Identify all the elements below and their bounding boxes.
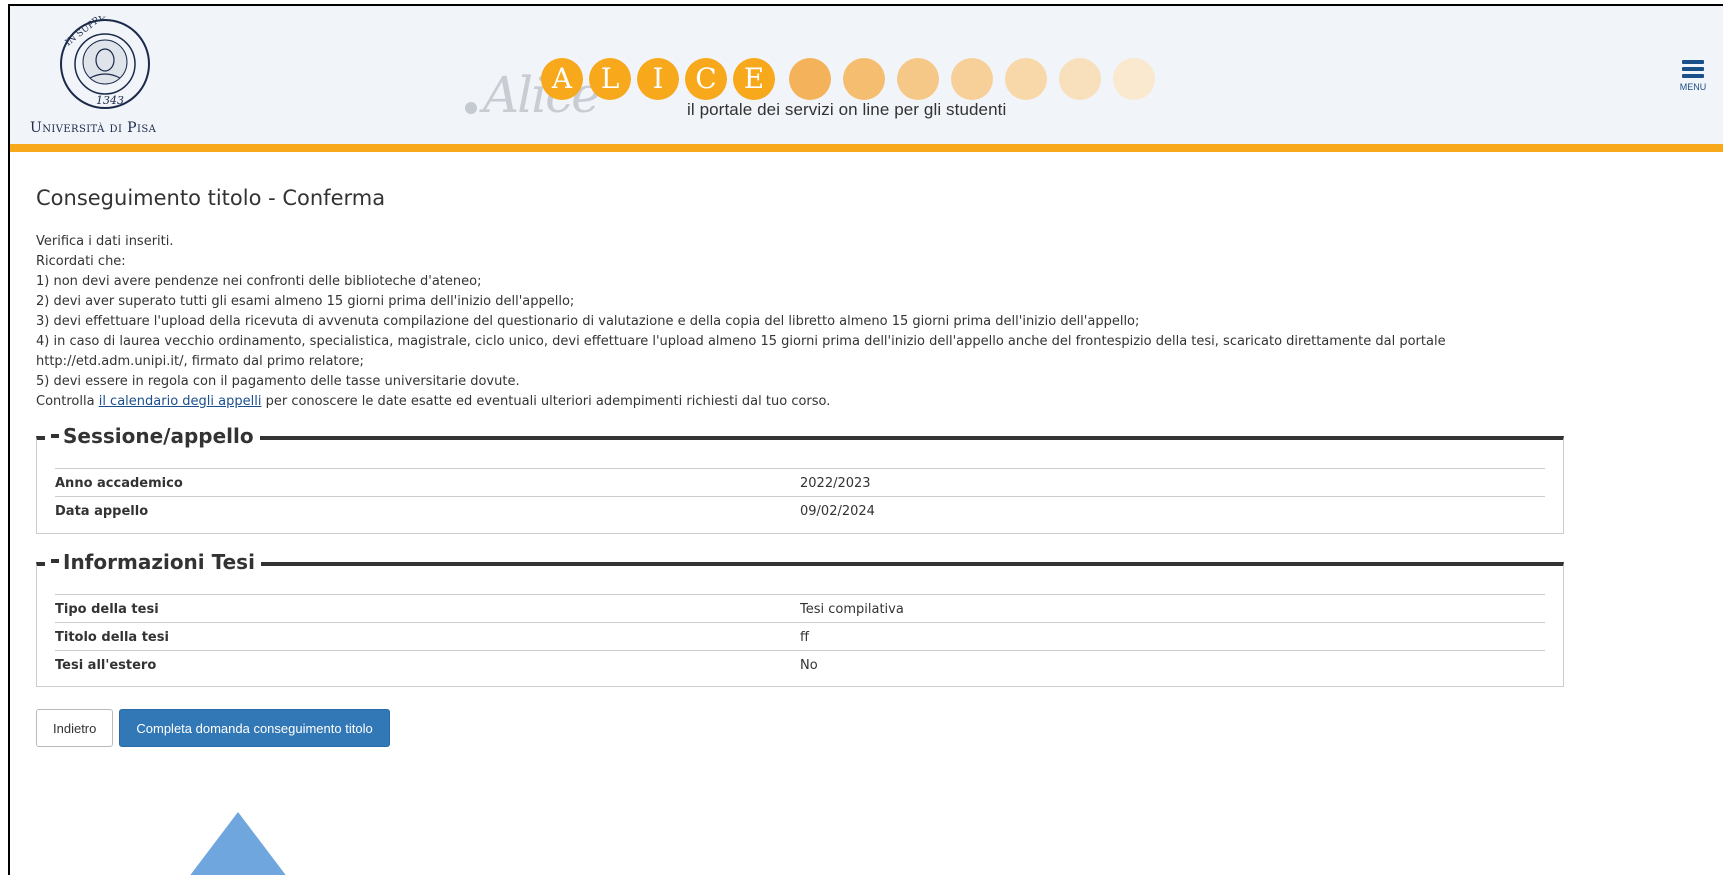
table-row: Titolo della tesi ff <box>55 622 1545 650</box>
intro-line: 2) devi aver superato tutti gli esami al… <box>36 294 575 309</box>
intro-line: Ricordati che: <box>36 254 126 269</box>
intro-line: 1) non devi avere pendenze nei confronti… <box>36 274 482 289</box>
row-label: Data appello <box>55 504 149 520</box>
row-label: Tipo della tesi <box>55 601 159 617</box>
row-value: Tesi compilativa <box>800 601 904 617</box>
row-label: Tesi all'estero <box>55 657 157 673</box>
row-label: Titolo della tesi <box>55 629 169 645</box>
main-content: Conseguimento titolo - Conferma Verifica… <box>36 186 1716 747</box>
alice-banner: Alice A L I C E il portale dei servizi o… <box>465 44 1245 154</box>
hamburger-icon-bar <box>1682 67 1704 71</box>
intro-line: 3) devi effettuare l'upload della ricevu… <box>36 314 1140 329</box>
complete-request-button[interactable]: Completa domanda conseguimento titolo <box>119 709 390 747</box>
face-photo-2 <box>843 58 885 100</box>
letter-circle-e: E <box>733 58 775 100</box>
university-logo[interactable]: IN SUPREMÆ DIGNITATIS 1343 Università di… <box>30 16 180 144</box>
page-frame: IN SUPREMÆ DIGNITATIS 1343 Università di… <box>8 4 1723 875</box>
banner-dot <box>465 102 477 114</box>
sessione-appello-section: Sessione/appello Anno accademico 2022/20… <box>36 424 1564 534</box>
menu-label: MENU <box>1679 82 1707 92</box>
face-photo-5 <box>1059 58 1101 100</box>
row-value: No <box>800 657 818 673</box>
hamburger-icon-bar <box>1682 74 1704 78</box>
face-photo-6 <box>1113 58 1155 100</box>
informazioni-tesi-section: Informazioni Tesi Tipo della tesi Tesi c… <box>36 549 1564 687</box>
university-name: Università di Pisa <box>30 120 157 136</box>
intro-text: Verifica i dati inseriti. Ricordati che:… <box>36 232 1716 412</box>
calendar-prefix: Controlla <box>36 394 99 409</box>
face-photo-3 <box>897 58 939 100</box>
table-row: Anno accademico 2022/2023 <box>55 468 1545 497</box>
table-row: Tipo della tesi Tesi compilativa <box>55 594 1545 622</box>
calendar-line: Controlla il calendario degli appelli pe… <box>36 392 1716 412</box>
row-label: Anno accademico <box>55 476 183 491</box>
tesi-table: Tipo della tesi Tesi compilativa Titolo … <box>55 594 1545 679</box>
letter-circle-a: A <box>541 58 583 100</box>
calendar-suffix: per conoscere le date esatte ed eventual… <box>261 394 831 409</box>
annotation-arrow-icon <box>182 812 294 875</box>
tesi-legend: Informazioni Tesi <box>45 549 261 574</box>
letter-circle-c: C <box>685 58 727 100</box>
intro-line: 4) in caso di laurea vecchio ordinamento… <box>36 334 1446 349</box>
letter-circle-l: L <box>589 58 631 100</box>
sessione-table: Anno accademico 2022/2023 Data appello 0… <box>55 468 1545 525</box>
portal-tagline: il portale dei servizi on line per gli s… <box>687 100 1007 119</box>
letter-circle-i: I <box>637 58 679 100</box>
tesi-legend-text: Informazioni Tesi <box>63 549 255 574</box>
table-row: Data appello 09/02/2024 <box>55 496 1545 525</box>
building-photo <box>951 58 993 100</box>
site-header: IN SUPREMÆ DIGNITATIS 1343 Università di… <box>10 6 1723 152</box>
menu-button[interactable]: MENU <box>1673 58 1713 98</box>
sessione-legend: Sessione/appello <box>45 424 260 448</box>
back-button[interactable]: Indietro <box>36 709 114 747</box>
face-photo-4 <box>1005 58 1047 100</box>
page-title: Conseguimento titolo - Conferma <box>36 186 386 210</box>
svg-text:1343: 1343 <box>96 94 124 107</box>
calendar-link[interactable]: il calendario degli appelli <box>99 394 262 409</box>
face-photo-1 <box>789 58 831 100</box>
intro-line: Verifica i dati inseriti. <box>36 234 174 249</box>
row-value: 2022/2023 <box>800 476 871 491</box>
hamburger-icon <box>1682 60 1704 64</box>
intro-line: 5) devi essere in regola con il pagament… <box>36 374 520 389</box>
university-seal-icon: IN SUPREMÆ DIGNITATIS 1343 <box>60 16 160 109</box>
table-row: Tesi all'estero No <box>55 650 1545 678</box>
sessione-legend-text: Sessione/appello <box>63 424 254 448</box>
row-value: ff <box>800 629 809 645</box>
intro-line: http://etd.adm.unipi.it/, firmato dal pr… <box>36 354 364 369</box>
row-value: 09/02/2024 <box>800 504 875 520</box>
form-actions: Indietro Completa domanda conseguimento … <box>36 709 1716 747</box>
